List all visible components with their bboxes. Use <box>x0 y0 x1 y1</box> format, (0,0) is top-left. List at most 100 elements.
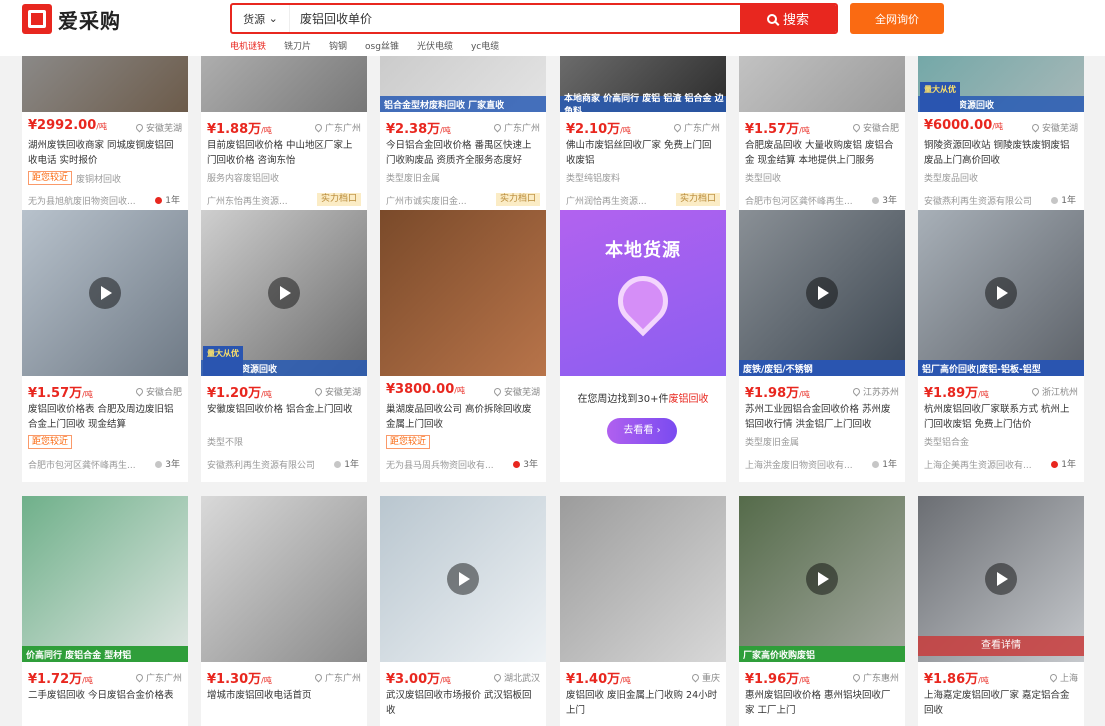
product-tag: 类型废品回收 <box>924 171 978 184</box>
product-image[interactable] <box>560 496 726 662</box>
play-icon[interactable] <box>806 563 838 595</box>
product-title[interactable]: 湖州废铁回收商家 同城废铜废铝回收电话 实时报价 <box>28 138 182 168</box>
price-value: ¥1.30万 <box>207 672 262 687</box>
hot-word[interactable]: 电机谜铁 <box>230 39 266 52</box>
product-title[interactable]: 目前废铝回收价格 中山地区厂家上门回收价格 咨询东怡 <box>207 138 361 168</box>
inquiry-button[interactable]: 全网询价 <box>850 3 944 34</box>
play-icon[interactable] <box>89 277 121 309</box>
company-name[interactable]: 安徽燕利再生资源有限公司 <box>924 194 1039 207</box>
price-value: ¥3.00万 <box>386 672 441 687</box>
hot-word[interactable]: 光伏电缆 <box>417 39 453 52</box>
product-title[interactable]: 巢湖废品回收公司 高价拆除回收废金属上门回收 <box>386 402 540 432</box>
company-name[interactable]: 合肥市包河区龚怀峰再生... <box>28 458 143 471</box>
price: ¥1.88万/吨 <box>207 118 272 137</box>
product-card[interactable]: 厂家高价收购废铝 ¥1.96万/吨 广东惠州 惠州废铝回收价格 惠州铝块回收厂家 工厂… <box>739 496 905 726</box>
view-detail-button[interactable]: 查看详情 <box>918 636 1084 656</box>
play-icon[interactable] <box>447 563 479 595</box>
product-image[interactable]: 查看详情 <box>918 496 1084 662</box>
product-title[interactable]: 惠州废铝回收价格 惠州铝块回收厂家 工厂上门 <box>745 688 899 718</box>
product-title[interactable]: 铜陵资源回收站 铜陵废铁废铜废铝废品上门高价回收 <box>924 138 1078 168</box>
play-icon[interactable] <box>985 277 1017 309</box>
badge-icon <box>155 197 163 204</box>
product-card[interactable]: 价高同行 废铝合金 型材铝 ¥1.72万/吨 广东广州 二手废铝回收 今日废铝合金价格… <box>22 496 188 726</box>
product-title[interactable]: 二手废铝回收 今日废铝合金价格表 <box>28 688 182 718</box>
search-button[interactable]: 搜索 <box>740 5 836 32</box>
company-name[interactable]: 安徽燕利再生资源有限公司 <box>207 458 322 471</box>
product-title[interactable]: 杭州废铝回收厂家联系方式 杭州上门回收废铝 免费上门估价 <box>924 402 1078 432</box>
price-unit: /吨 <box>440 126 451 135</box>
product-tag: 类型回收 <box>745 171 781 184</box>
company-name[interactable]: 广州市诚实废旧金... <box>386 194 501 207</box>
search-input[interactable] <box>290 5 740 32</box>
product-image[interactable]: 废铁/废铝/不锈钢 <box>739 210 905 376</box>
product-image[interactable] <box>380 210 546 376</box>
product-card[interactable]: 废铁/废铝/不锈钢 ¥1.98万/吨 江苏苏州 苏州工业园铝合金回收价格 苏州废铝回收… <box>739 210 905 482</box>
product-title[interactable]: 上海嘉定废铝回收厂家 嘉定铝合金回收 <box>924 688 1078 718</box>
local-source-card[interactable]: 本地货源 在您周边找到30+件废铝回收 去看看 › <box>560 210 726 482</box>
company-name[interactable]: 合肥市包河区龚怀峰再生... <box>745 194 860 207</box>
product-card[interactable]: ¥3.00万/吨 湖北武汉 武汉废铝回收市场报价 武汉铝板回收 <box>380 496 546 726</box>
product-image[interactable] <box>22 210 188 376</box>
product-title[interactable]: 苏州工业园铝合金回收价格 苏州废铝回收行情 洪金铝厂上门回收 <box>745 402 899 432</box>
product-card[interactable]: 铝厂高价回收|废铝-铝板-铝型 ¥1.89万/吨 浙江杭州 杭州废铝回收厂家联系方式 … <box>918 210 1084 482</box>
product-image[interactable]: 厂家高价收购废铝 <box>739 496 905 662</box>
product-title[interactable]: 增城市废铝回收电话首页 <box>207 688 361 718</box>
product-card[interactable]: ¥1.30万/吨 广东广州 增城市废铝回收电话首页 <box>201 496 367 726</box>
product-title[interactable]: 废铝回收价格表 合肥及周边废旧铝合金上门回收 现金结算 <box>28 402 182 432</box>
product-title[interactable]: 今日铝合金回收价格 番禺区快速上门收购废品 资质齐全服务态度好 <box>386 138 540 168</box>
company-name[interactable]: 上海洪金废旧物资回收有... <box>745 458 860 471</box>
price-unit: /吨 <box>96 122 107 131</box>
hot-word[interactable]: 铣刀片 <box>284 39 311 52</box>
search-category-select[interactable]: 货源 ⌄ <box>232 5 290 32</box>
badge-icon <box>334 461 342 468</box>
company-name[interactable]: 无为县旭航废旧物资回收... <box>28 194 143 207</box>
hot-word[interactable]: 钩钢 <box>329 39 347 52</box>
product-image[interactable] <box>201 496 367 662</box>
product-card[interactable]: 查看详情 ¥1.86万/吨 上海 上海嘉定废铝回收厂家 嘉定铝合金回收 <box>918 496 1084 726</box>
location: 江苏苏州 <box>853 385 899 398</box>
image-caption: 铝厂高价回收|废铝-铝板-铝型 <box>918 360 1084 376</box>
price-unit: /吨 <box>799 126 810 135</box>
company-name[interactable]: 广州东怡再生资源... <box>207 194 322 207</box>
product-title[interactable]: 合肥废品回收 大量收购废铝 废铝合金 现金结算 本地提供上门服务 <box>745 138 899 168</box>
product-image[interactable]: 燕利专业资源回收量大从优 <box>201 210 367 376</box>
strength-stall-badge: 实力档口 <box>316 193 361 206</box>
years-text: 3年 <box>523 460 538 470</box>
image-caption: 厂家高价收购废铝 <box>739 646 905 662</box>
membership-years: 1年 <box>1051 193 1076 206</box>
local-source-banner: 本地货源 <box>560 210 726 376</box>
tag-text: 类型废旧金属 <box>745 438 800 448</box>
product-card[interactable]: ¥1.40万/吨 重庆 废铝回收 废旧金属上门收购 24小时上门 <box>560 496 726 726</box>
price: ¥1.30万/吨 <box>207 668 272 687</box>
tag-text: 类型回收 <box>745 174 782 184</box>
company-name[interactable]: 无为县马周兵物资回收有... <box>386 458 501 471</box>
product-tag: 类型废旧金属 <box>386 171 440 184</box>
product-title[interactable]: 废铝回收 废旧金属上门收购 24小时上门 <box>566 688 720 718</box>
badge-icon <box>513 461 521 468</box>
product-tag: 距您较近 <box>28 435 76 449</box>
product-title[interactable]: 武汉废铝回收市场报价 武汉铝板回收 <box>386 688 540 718</box>
logo[interactable]: 爱采购 <box>22 4 121 34</box>
location: 广东广州 <box>315 121 361 134</box>
go-look-button[interactable]: 去看看 › <box>607 418 677 444</box>
product-image[interactable] <box>380 496 546 662</box>
product-card[interactable]: ¥3800.00/吨 安徽芜湖 巢湖废品回收公司 高价拆除回收废金属上门回收 距您较近… <box>380 210 546 482</box>
local-source-title: 本地货源 <box>605 240 681 261</box>
product-image[interactable]: 价高同行 废铝合金 型材铝 <box>22 496 188 662</box>
price: ¥2992.00/吨 <box>28 118 107 133</box>
play-icon[interactable] <box>806 277 838 309</box>
play-icon[interactable] <box>985 563 1017 595</box>
location: 安徽芜湖 <box>494 385 540 398</box>
price: ¥2.10万/吨 <box>566 118 631 137</box>
hot-word[interactable]: osg丝锥 <box>365 39 399 52</box>
company-name[interactable]: 广州润恰再生资源... <box>566 194 681 207</box>
hot-word[interactable]: yc电缆 <box>471 39 499 52</box>
product-card[interactable]: 燕利专业资源回收量大从优 ¥1.20万/吨 安徽芜湖安徽废铝回收价格 铝合金上门回收… <box>201 210 367 482</box>
play-icon[interactable] <box>268 277 300 309</box>
product-card[interactable]: ¥1.57万/吨 安徽合肥 废铝回收价格表 合肥及周边废旧铝合金上门回收 现金结算距… <box>22 210 188 482</box>
product-title[interactable]: 佛山市废铝丝回收厂家 免费上门回收废铝 <box>566 138 720 168</box>
product-image[interactable]: 铝厂高价回收|废铝-铝板-铝型 <box>918 210 1084 376</box>
product-title[interactable]: 安徽废铝回收价格 铝合金上门回收 <box>207 402 361 432</box>
company-name[interactable]: 上海企美再生资源回收有... <box>924 458 1039 471</box>
price-value: ¥1.40万 <box>566 672 621 687</box>
